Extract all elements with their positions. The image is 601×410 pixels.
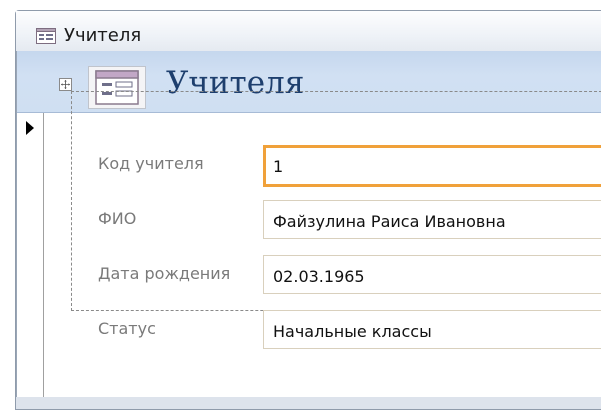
window-title: Учителя bbox=[64, 25, 142, 46]
teacher-id-label: Код учителя bbox=[98, 154, 204, 173]
current-record-arrow-icon bbox=[26, 121, 34, 135]
birth-date-field[interactable]: 02.03.1965 bbox=[263, 255, 601, 294]
form-icon bbox=[36, 28, 56, 44]
record-selector[interactable] bbox=[17, 113, 44, 397]
layout-move-handle-icon[interactable] bbox=[59, 78, 72, 91]
full-name-label: ФИО bbox=[98, 209, 137, 228]
full-name-field[interactable]: Файзулина Раиса Ивановна bbox=[263, 200, 601, 239]
window-title-bar[interactable]: Учителя bbox=[16, 11, 601, 54]
teacher-id-field[interactable]: 1 bbox=[263, 145, 601, 187]
status-field[interactable]: Начальные классы bbox=[263, 310, 601, 349]
birth-date-label: Дата рождения bbox=[98, 264, 231, 283]
status-label: Статус bbox=[98, 319, 156, 338]
